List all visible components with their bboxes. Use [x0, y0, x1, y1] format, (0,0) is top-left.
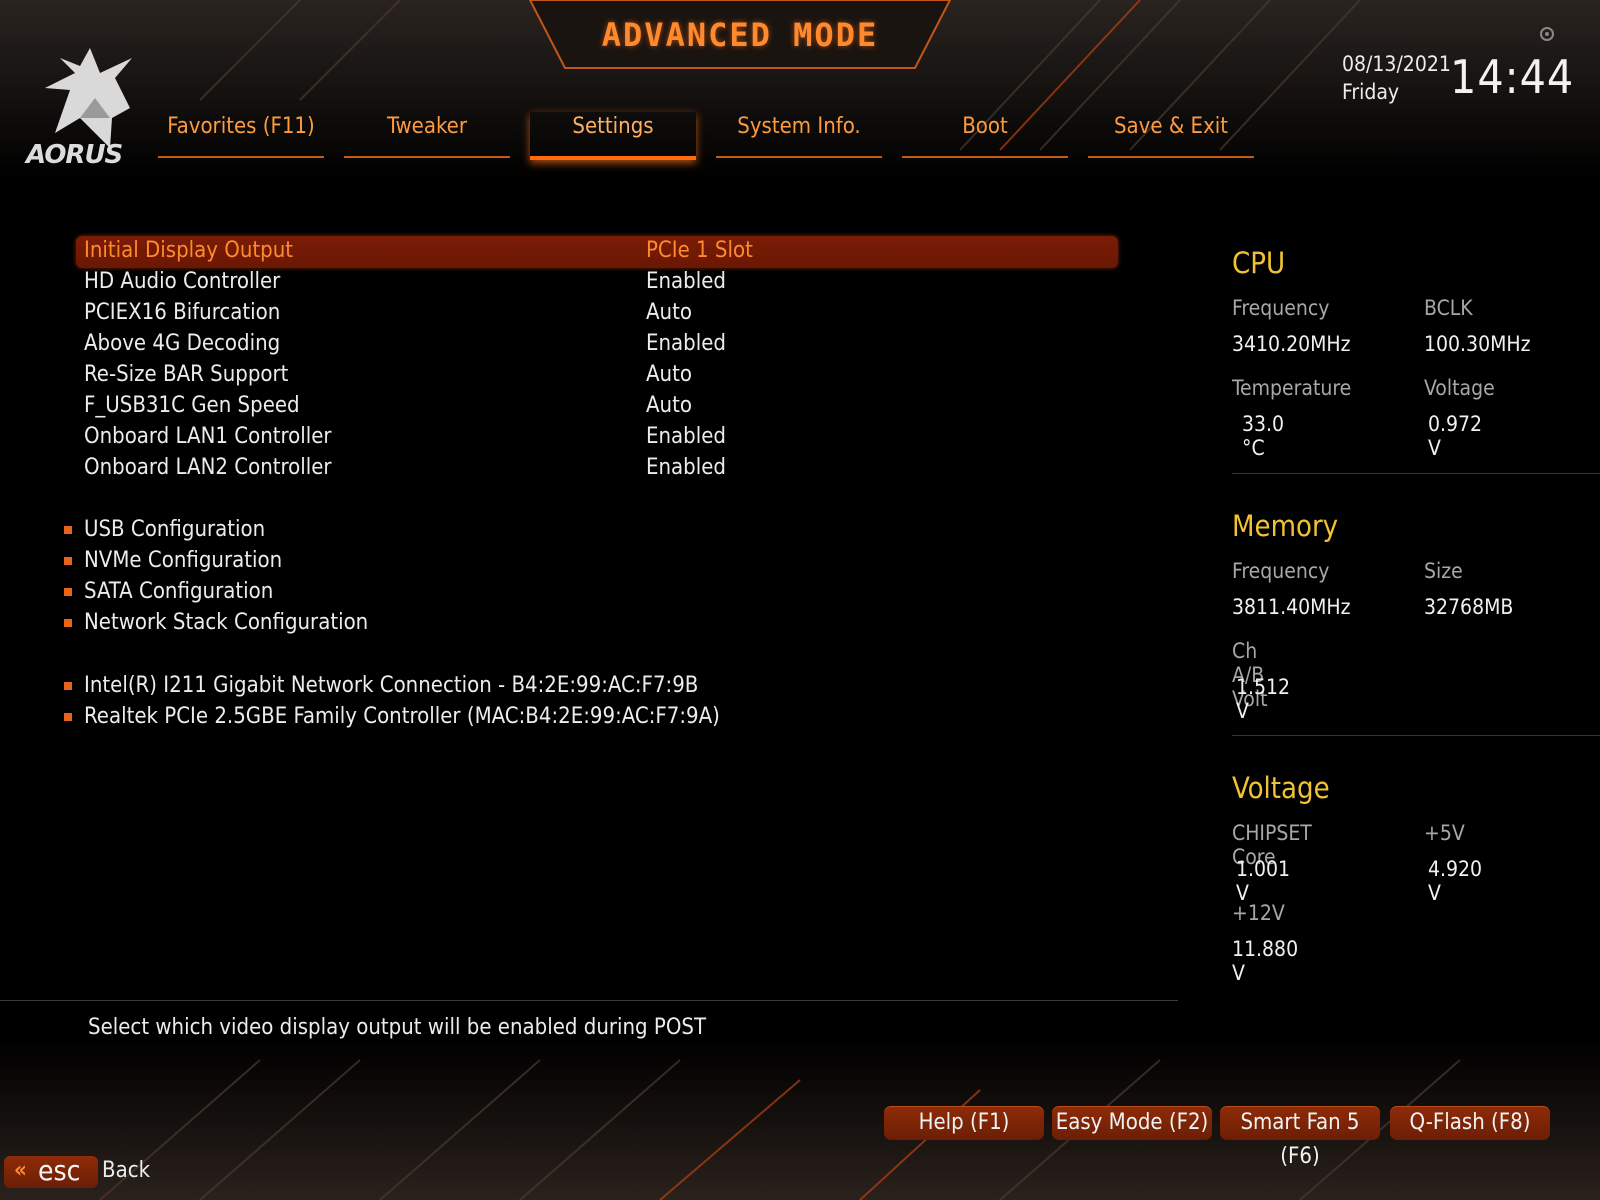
- memory-title: Memory: [1232, 509, 1339, 543]
- help-button[interactable]: Help (F1): [884, 1106, 1044, 1140]
- setting-row-hd-audio[interactable]: HD Audio Controller Enabled: [84, 267, 1114, 297]
- submenu-label: NVMe Configuration: [84, 548, 283, 573]
- double-chevron-left-icon: «: [14, 1158, 27, 1183]
- chipset-core-value: 1.001 V: [1236, 857, 1291, 905]
- tab-label: Settings: [572, 114, 654, 139]
- setting-value[interactable]: Enabled: [646, 331, 726, 356]
- setting-row-above-4g[interactable]: Above 4G Decoding Enabled: [84, 329, 1114, 359]
- bullet-icon: [64, 682, 72, 690]
- plus12v-label: +12V: [1232, 901, 1285, 925]
- tab-favorites[interactable]: Favorites (F11): [158, 112, 324, 158]
- date-display: 08/13/2021 Friday: [1342, 50, 1451, 106]
- logo-text: AORUS: [26, 140, 123, 170]
- setting-value[interactable]: Auto: [646, 300, 692, 325]
- tab-save-exit[interactable]: Save & Exit: [1088, 112, 1254, 158]
- setting-row-pciex16-bifurcation[interactable]: PCIEX16 Bifurcation Auto: [84, 298, 1114, 328]
- bullet-icon: [64, 713, 72, 721]
- memory-size-value: 32768MB: [1424, 595, 1514, 619]
- clock: 14:44: [1450, 50, 1575, 104]
- plus12v-value: 11.880 V: [1232, 937, 1299, 985]
- esc-label: esc: [38, 1154, 81, 1187]
- tab-label: Save & Exit: [1113, 114, 1229, 139]
- tab-tweaker[interactable]: Tweaker: [344, 112, 510, 158]
- tab-label: Favorites (F11): [167, 114, 315, 139]
- setting-label: HD Audio Controller: [84, 269, 281, 294]
- cpu-bclk-value: 100.30MHz: [1424, 332, 1531, 356]
- divider: [1232, 735, 1600, 736]
- easy-mode-button[interactable]: Easy Mode (F2): [1052, 1106, 1212, 1140]
- voltage-title: Voltage: [1232, 771, 1330, 805]
- setting-row-lan2[interactable]: Onboard LAN2 Controller Enabled: [84, 453, 1114, 483]
- cpu-frequency-value: 3410.20MHz: [1232, 332, 1351, 356]
- memory-size-label: Size: [1424, 559, 1463, 583]
- esc-button[interactable]: « esc: [4, 1154, 98, 1188]
- memory-frequency-label: Frequency: [1232, 559, 1330, 583]
- smart-fan-button[interactable]: Smart Fan 5 (F6): [1220, 1106, 1380, 1169]
- submenu-label: SATA Configuration: [84, 579, 274, 604]
- tab-settings[interactable]: Settings: [530, 112, 696, 160]
- divider: [1232, 473, 1600, 474]
- bullet-icon: [64, 588, 72, 596]
- setting-label: Initial Display Output: [84, 238, 294, 263]
- cpu-temperature-value: 33.0 °C: [1242, 412, 1285, 460]
- setting-row-resize-bar[interactable]: Re-Size BAR Support Auto: [84, 360, 1114, 390]
- submenu-label: USB Configuration: [84, 517, 266, 542]
- plus5v-label: +5V: [1424, 821, 1465, 845]
- cpu-frequency-label: Frequency: [1232, 296, 1330, 320]
- weekday: Friday: [1342, 80, 1400, 104]
- setting-row-lan1[interactable]: Onboard LAN1 Controller Enabled: [84, 422, 1114, 452]
- mode-title: ADVANCED MODE: [601, 16, 879, 54]
- date: 08/13/2021: [1342, 52, 1451, 76]
- tab-label: System Info.: [737, 114, 861, 139]
- setting-label: Onboard LAN1 Controller: [84, 424, 332, 449]
- setting-label: Above 4G Decoding: [84, 331, 281, 356]
- setting-label: F_USB31C Gen Speed: [84, 393, 300, 418]
- back-label[interactable]: Back: [102, 1158, 150, 1183]
- setting-value[interactable]: Enabled: [646, 269, 726, 294]
- submenu-label: Network Stack Configuration: [84, 610, 369, 635]
- submenu-label: Intel(R) I211 Gigabit Network Connection…: [84, 673, 699, 698]
- help-description: Select which video display output will b…: [88, 1015, 707, 1040]
- q-flash-button[interactable]: Q-Flash (F8): [1390, 1106, 1550, 1140]
- setting-value[interactable]: Enabled: [646, 424, 726, 449]
- cpu-voltage-label: Voltage: [1424, 376, 1495, 400]
- tab-label: Tweaker: [387, 114, 467, 139]
- setting-row-initial-display-output[interactable]: Initial Display Output PCIe 1 Slot: [84, 236, 1114, 266]
- gear-icon[interactable]: [1538, 25, 1556, 43]
- plus5v-value: 4.920 V: [1428, 857, 1483, 905]
- cpu-voltage-value: 0.972 V: [1428, 412, 1483, 460]
- setting-value[interactable]: Enabled: [646, 455, 726, 480]
- cpu-temperature-label: Temperature: [1232, 376, 1352, 400]
- setting-value[interactable]: PCIe 1 Slot: [646, 238, 753, 263]
- tab-label: Boot: [962, 114, 1008, 139]
- setting-value[interactable]: Auto: [646, 362, 692, 387]
- divider: [0, 1000, 1178, 1001]
- tab-boot[interactable]: Boot: [902, 112, 1068, 158]
- cpu-bclk-label: BCLK: [1424, 296, 1473, 320]
- submenu-label: Realtek PCIe 2.5GBE Family Controller (M…: [84, 704, 720, 729]
- setting-label: Onboard LAN2 Controller: [84, 455, 332, 480]
- cpu-title: CPU: [1232, 246, 1286, 280]
- bullet-icon: [64, 619, 72, 627]
- setting-label: PCIEX16 Bifurcation: [84, 300, 281, 325]
- memory-frequency-value: 3811.40MHz: [1232, 595, 1351, 619]
- setting-row-usb31c-gen-speed[interactable]: F_USB31C Gen Speed Auto: [84, 391, 1114, 421]
- bullet-icon: [64, 557, 72, 565]
- setting-value[interactable]: Auto: [646, 393, 692, 418]
- memory-chvolt-value: 1.512 V: [1236, 675, 1291, 723]
- bullet-icon: [64, 526, 72, 534]
- tab-system-info[interactable]: System Info.: [716, 112, 882, 158]
- setting-label: Re-Size BAR Support: [84, 362, 289, 387]
